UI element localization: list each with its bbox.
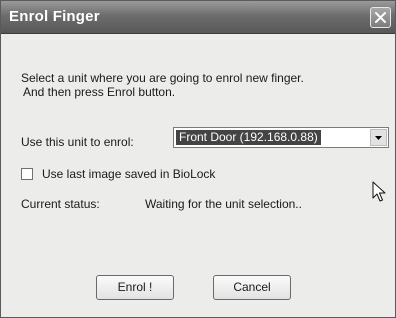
status-value: Waiting for the unit selection..: [145, 197, 302, 211]
use-last-image-label[interactable]: Use last image saved in BioLock: [42, 167, 215, 181]
title-bar[interactable]: Enrol Finger: [1, 1, 395, 34]
close-icon: [375, 12, 386, 23]
instructions-line-1: Select a unit where you are going to enr…: [21, 71, 304, 85]
close-button[interactable]: [370, 7, 391, 28]
enrol-button[interactable]: Enrol !: [96, 275, 174, 300]
mouse-pointer-icon: [372, 181, 386, 202]
enrol-finger-dialog: Enrol Finger Select a unit where you are…: [0, 0, 396, 318]
unit-select[interactable]: Front Door (192.168.0.88): [173, 127, 389, 148]
use-last-image-checkbox[interactable]: [21, 168, 33, 180]
cancel-button[interactable]: Cancel: [213, 275, 291, 300]
unit-label: Use this unit to enrol:: [21, 135, 134, 149]
status-label: Current status:: [21, 197, 100, 211]
instructions-line-2: And then press Enrol button.: [23, 85, 176, 99]
unit-select-dropdown-button[interactable]: [370, 129, 387, 146]
unit-select-value: Front Door (192.168.0.88): [176, 130, 321, 145]
instructions-text: Select a unit where you are going to enr…: [21, 71, 304, 99]
window-title: Enrol Finger: [9, 8, 100, 25]
chevron-down-icon: [375, 136, 382, 140]
